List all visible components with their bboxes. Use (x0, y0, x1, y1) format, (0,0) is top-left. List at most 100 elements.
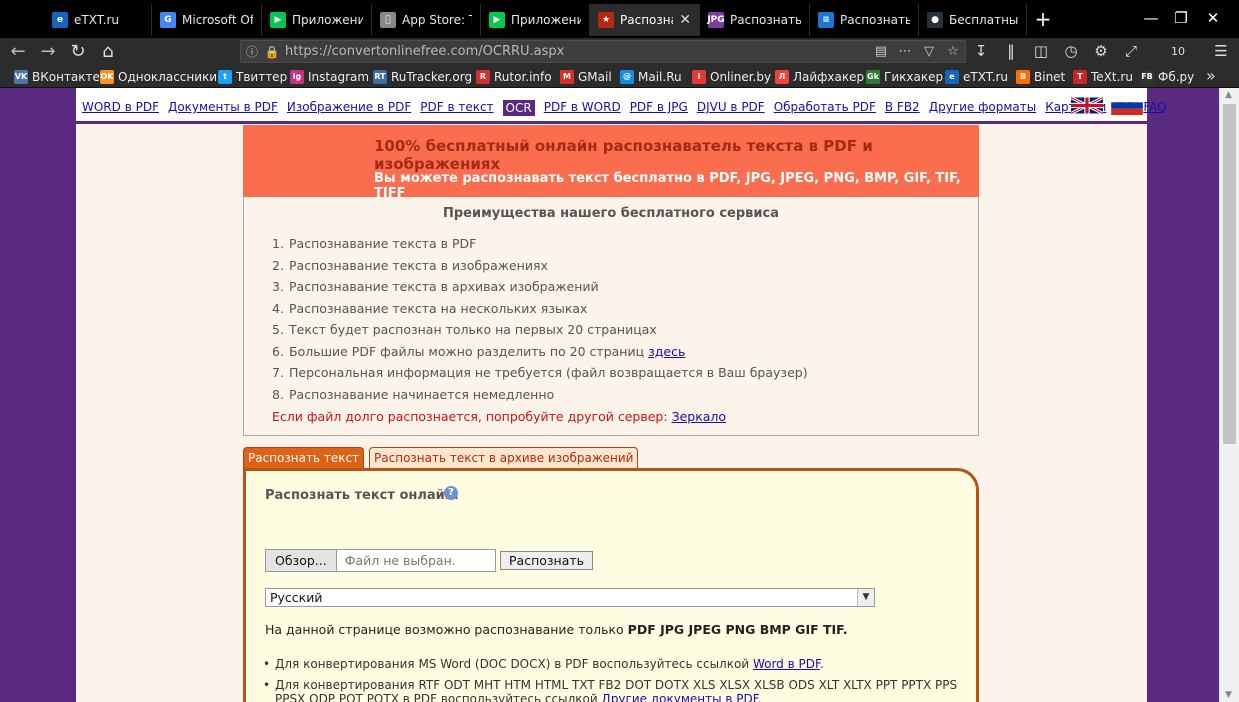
browser-chrome: e eTXT.ru G Microsoft Of ▶ Приложени  App Stor… (0, 0, 1239, 88)
russia-flag-icon[interactable] (1111, 96, 1143, 115)
reader-view-icon[interactable]: ▤ (869, 44, 893, 59)
tab-label: App Store: Te (402, 13, 472, 27)
ocr-form-panel: Распознать текст онлайн: ? Обзор... Файл… (243, 468, 979, 702)
sidebar-icon[interactable]: ◫ (1028, 40, 1054, 63)
bookmark-item[interactable]: Л Лайфхакер (775, 67, 864, 86)
fullscreen-icon[interactable]: ⤢ (1118, 40, 1144, 63)
settings-gear-icon[interactable]: ⚙ (1088, 40, 1114, 63)
browser-tab[interactable]: ≡ Распознать (810, 4, 919, 36)
tab-recognize-archive[interactable]: Распознать текст в архиве изображений (369, 447, 639, 469)
lock-icon[interactable]: 🔒 (263, 45, 281, 59)
back-icon[interactable]: ← (6, 40, 30, 63)
pocket-icon[interactable]: ▽ (917, 44, 941, 59)
bookmark-favicon-icon: R (476, 69, 490, 84)
hero-banner: 100% бесплатный онлайн распознаватель те… (243, 125, 979, 201)
browser-tab[interactable]: G Microsoft Of (152, 4, 262, 36)
bookmark-favicon-icon: ig (290, 69, 304, 84)
bookmark-item[interactable]: Gk Гикхакер (866, 67, 943, 86)
more-bookmarks-icon[interactable]: » (1206, 66, 1216, 85)
browser-tab[interactable]: ★ Распозна ✕ (590, 4, 700, 36)
bookmark-item[interactable]: T TeXt.ru (1073, 67, 1133, 86)
bookmark-item[interactable]: VK ВКонтакте (14, 67, 100, 86)
nav-link[interactable]: OCR (502, 100, 535, 116)
page-actions-icon[interactable]: ⋯ (893, 44, 917, 59)
close-window-button[interactable]: ✕ (1198, 6, 1228, 30)
new-tab-button[interactable]: + (1032, 6, 1054, 32)
home-icon[interactable]: ⌂ (96, 40, 120, 63)
browser-tab[interactable]:  App Store: Te (372, 4, 481, 36)
tab-label: Распозна (620, 13, 674, 27)
tab-label: Распознать (840, 13, 910, 27)
formats-note-text: На данной странице возможно распознавани… (265, 622, 628, 637)
bookmark-favicon-icon: M (560, 69, 574, 84)
bookmark-item[interactable]: i Onliner.by (692, 67, 771, 86)
bookmark-item[interactable]: R Rutor.info (476, 67, 552, 86)
browser-tab[interactable]: JPG Распознать (700, 4, 810, 36)
bookmark-item[interactable]: @ Mail.Ru (620, 67, 682, 86)
scroll-up-icon[interactable]: ▲ (1225, 90, 1232, 100)
nav-link[interactable]: Изображение в PDF (287, 100, 411, 116)
nav-link[interactable]: DJVU в PDF (697, 100, 765, 116)
info-icon[interactable]: ⓘ (241, 43, 263, 60)
nav-link[interactable]: PDF в WORD (544, 100, 621, 116)
language-select[interactable]: Русский ▼ (265, 588, 875, 607)
chevron-down-icon[interactable]: ▼ (857, 589, 874, 606)
nav-link[interactable]: В FB2 (885, 100, 920, 116)
item-number: 8. (272, 386, 284, 402)
browser-tab[interactable]: ▶ Приложени (481, 4, 590, 36)
browse-button[interactable]: Обзор... (266, 550, 337, 571)
split-pdf-link[interactable]: здесь (648, 344, 685, 359)
uk-flag-icon[interactable] (1071, 96, 1103, 115)
word-to-pdf-link[interactable]: Word в PDF (753, 657, 820, 671)
other-docs-link[interactable]: Другие документы в PDF (601, 692, 757, 702)
nav-link[interactable]: FAQ (1143, 100, 1166, 116)
list-item: 5. Текст будет распознан только на первых… (272, 319, 808, 341)
bookmark-item[interactable]: M GMail (560, 67, 612, 86)
nav-link[interactable]: Обработать PDF (774, 100, 876, 116)
file-input[interactable]: Обзор... Файл не выбран. (265, 549, 496, 572)
extension-icon[interactable]: 10 (1148, 40, 1208, 63)
recognize-button[interactable]: Распознать (500, 551, 594, 570)
library-icon[interactable]: ‖ (998, 40, 1024, 63)
nav-link[interactable]: Документы в PDF (168, 100, 278, 116)
help-icon[interactable]: ? (444, 486, 458, 500)
nav-link[interactable]: Другие форматы (929, 100, 1036, 116)
browser-tab[interactable]: e eTXT.ru (44, 4, 152, 36)
formats-list: PDF JPG JPEG PNG BMP GIF TIF. (627, 622, 848, 637)
bookmark-item[interactable]: B Binet (1016, 67, 1065, 86)
reload-icon[interactable]: ↻ (66, 40, 90, 63)
bookmark-favicon-icon: Л (775, 69, 789, 84)
nav-link[interactable]: WORD в PDF (82, 100, 159, 116)
forward-icon[interactable]: → (36, 40, 60, 63)
scroll-down-icon[interactable]: ▼ (1225, 690, 1232, 700)
vertical-scrollbar[interactable]: ▲ ▼ (1219, 88, 1239, 702)
bookmark-item[interactable]: t Твиттер (218, 67, 287, 86)
menu-icon[interactable]: ☰ (1208, 40, 1234, 63)
globe-icon: ● (927, 12, 943, 28)
download-icon[interactable]: ↧ (968, 40, 994, 63)
advantages-title: Преимущества нашего бесплатного сервиса (442, 206, 779, 221)
url-text[interactable]: https://convertonlinefree.com/OCRRU.aspx (281, 44, 869, 59)
bookmark-item[interactable]: FB Фб.ру (1140, 67, 1194, 86)
bookmark-star-icon[interactable]: ☆ (941, 44, 965, 59)
nav-link[interactable]: PDF в текст (420, 100, 493, 116)
address-bar[interactable]: ⓘ 🔒 https://convertonlinefree.com/OCRRU.… (240, 40, 966, 63)
restore-button[interactable]: ❐ (1166, 6, 1196, 30)
bookmark-item[interactable]: OK Одноклассники (100, 67, 217, 86)
list-item: 6. Большие PDF файлы можно разделить по 2… (272, 341, 808, 363)
scrollbar-thumb[interactable] (1223, 104, 1236, 444)
minimize-button[interactable]: — (1136, 6, 1166, 30)
bookmark-favicon-icon: RT (373, 69, 387, 84)
history-icon[interactable]: ◷ (1058, 40, 1084, 63)
mirror-link[interactable]: Зеркало (672, 409, 727, 424)
nav-link[interactable]: PDF в JPG (630, 100, 688, 116)
tab-recognize-text[interactable]: Распознать текст (243, 447, 365, 469)
browser-tab[interactable]: ▶ Приложени (262, 4, 372, 36)
item-number: 3. (272, 279, 284, 294)
bookmark-item[interactable]: e eTXT.ru (945, 67, 1008, 86)
close-tab-icon[interactable]: ✕ (679, 12, 691, 28)
bookmark-item[interactable]: RT RuTracker.org (373, 67, 472, 86)
bookmark-label: Лайфхакер (793, 69, 865, 84)
browser-tab[interactable]: ● Бесплатный (919, 4, 1027, 36)
bookmark-item[interactable]: ig Instagram (290, 67, 369, 86)
